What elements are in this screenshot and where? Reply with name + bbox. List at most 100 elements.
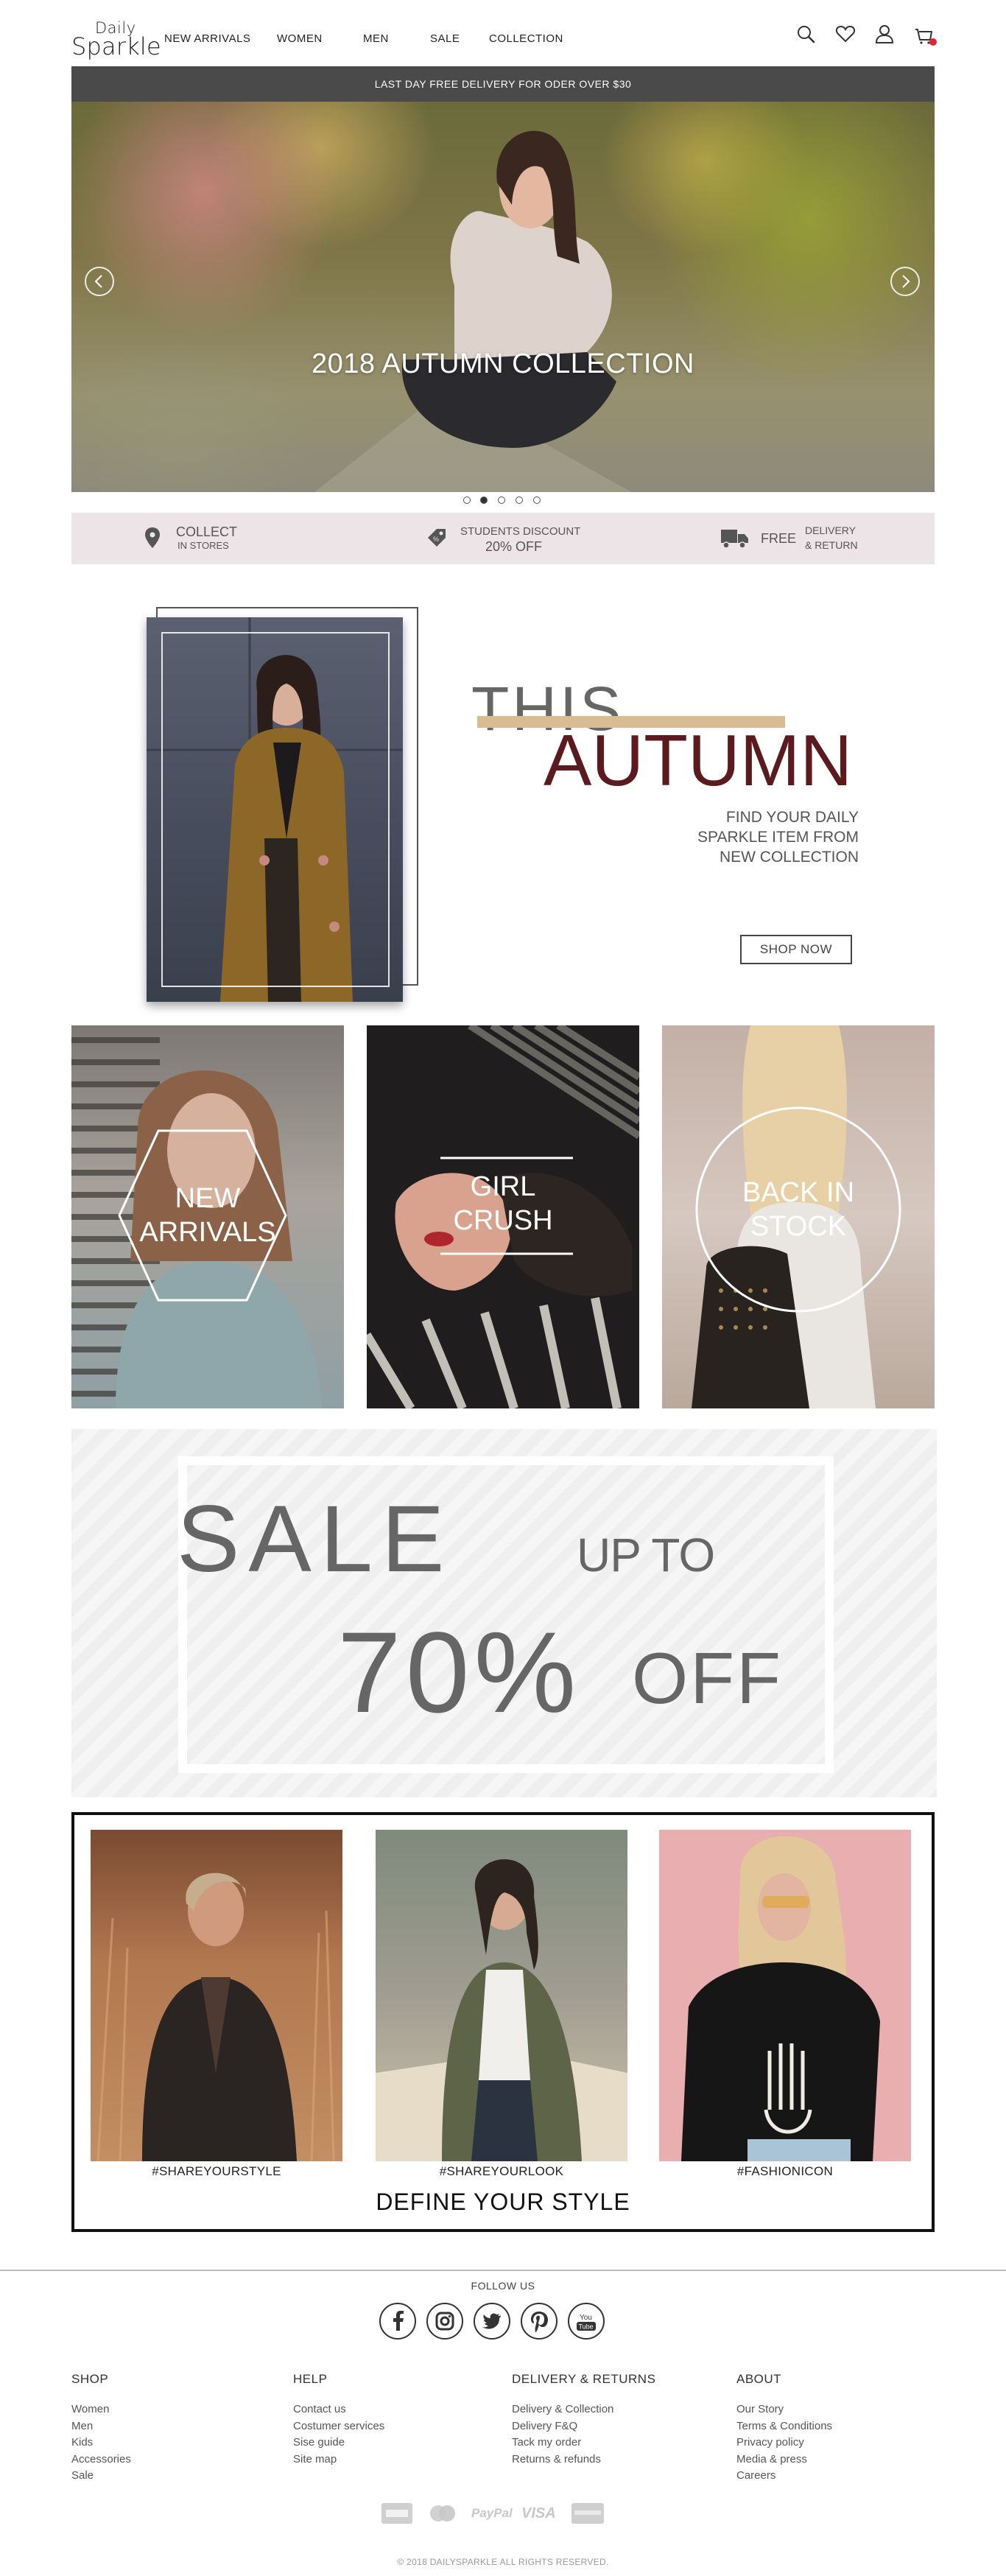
nav-women[interactable]: WOMEN — [277, 32, 323, 45]
chevron-right-icon — [902, 275, 910, 288]
footer-column-about: ABOUT Our Story Terms & Conditions Priva… — [736, 2372, 913, 2485]
footer-link[interactable]: Delivery & Collection — [512, 2401, 689, 2418]
facebook-icon — [393, 2311, 404, 2331]
footer-link[interactable]: Kids — [71, 2435, 248, 2452]
sale-word: SALE — [177, 1487, 454, 1592]
nav-new-arrivals[interactable]: NEW ARRIVALS — [164, 32, 250, 45]
location-pin-icon — [145, 527, 160, 548]
youtube-label-2: Tube — [579, 2323, 594, 2331]
mastercard-icon — [430, 2505, 455, 2521]
autumn-text-line: FIND YOUR DAILY — [725, 809, 859, 826]
logo[interactable]: Daily Sparkle — [71, 18, 161, 60]
footer-divider — [0, 2270, 1006, 2271]
footer-column-title: ABOUT — [736, 2372, 782, 2386]
footer-link[interactable]: Privacy policy — [736, 2435, 913, 2452]
tile-new-arrivals[interactable]: NEW ARRIVALS — [71, 1025, 344, 1408]
style-tag-2[interactable]: #SHAREYOURLOOK — [376, 2164, 627, 2179]
youtube-icon: You Tube — [577, 2314, 596, 2331]
footer-link[interactable]: Delivery F&Q — [512, 2418, 689, 2435]
hero-dot[interactable] — [498, 496, 505, 504]
nav-men[interactable]: MEN — [363, 32, 389, 45]
credit-card-icon — [571, 2503, 604, 2524]
autumn-photo-inner-border — [161, 632, 390, 987]
header-icons — [795, 24, 943, 46]
feature-free-sub2: & RETURN — [805, 539, 858, 551]
style-photo-2[interactable] — [376, 1830, 627, 2161]
svg-text:%: % — [433, 536, 439, 543]
footer-link[interactable]: Our Story — [736, 2401, 913, 2418]
features-bar: COLLECT IN STORES % STUDENTS DISCOUNT 20… — [71, 513, 935, 564]
sale-percent: 70% — [337, 1609, 581, 1737]
style-model-3 — [681, 1836, 880, 2161]
autumn-photo[interactable] — [147, 617, 403, 1002]
autumn-text-line: NEW COLLECTION — [719, 849, 859, 866]
footer-link[interactable]: Site map — [293, 2452, 470, 2468]
footer-column-help: HELP Contact us Costumer services Sise g… — [293, 2372, 470, 2468]
style-tag-3[interactable]: #FASHIONICON — [659, 2164, 911, 2179]
visa-logo: VISA — [521, 2505, 556, 2521]
footer-link[interactable]: Sise guide — [293, 2435, 470, 2452]
footer-link[interactable]: Media & press — [736, 2452, 913, 2468]
feature-students-sub: 20% OFF — [485, 539, 543, 554]
sale-upto: UP TO — [577, 1529, 715, 1582]
twitter-button[interactable] — [474, 2303, 510, 2340]
tile-label-line2: STOCK — [750, 1211, 847, 1242]
footer-column-title: HELP — [293, 2372, 328, 2386]
pinterest-icon — [531, 2312, 548, 2332]
nav-sale[interactable]: SALE — [430, 32, 460, 45]
instagram-icon — [435, 2312, 454, 2331]
hero-dot[interactable] — [516, 496, 523, 504]
hero-dot[interactable] — [463, 496, 471, 504]
footer-link[interactable]: Sale — [71, 2468, 248, 2485]
shop-now-button[interactable]: SHOP NOW — [740, 935, 852, 964]
youtube-button[interactable]: You Tube — [568, 2303, 605, 2340]
footer-link[interactable]: Men — [71, 2418, 248, 2435]
user-icon[interactable] — [874, 24, 895, 44]
feature-students-main: STUDENTS DISCOUNT — [460, 525, 581, 538]
footer-link[interactable]: Contact us — [293, 2401, 470, 2418]
feature-free-main: FREE — [761, 531, 797, 546]
feature-free-delivery[interactable]: FREE DELIVERY & RETURN — [721, 513, 868, 564]
chevron-left-icon — [94, 275, 102, 288]
instagram-button[interactable] — [426, 2303, 463, 2340]
footer-column-title: SHOP — [71, 2372, 109, 2386]
footer-link[interactable]: Terms & Conditions — [736, 2418, 913, 2435]
tile-label-line2: CRUSH — [453, 1205, 553, 1236]
footer-link[interactable]: Returns & refunds — [512, 2452, 689, 2468]
feature-students[interactable]: % STUDENTS DISCOUNT 20% OFF — [426, 513, 603, 564]
twitter-icon — [482, 2313, 501, 2329]
footer-link[interactable]: Costumer services — [293, 2418, 470, 2435]
feature-collect[interactable]: COLLECT IN STORES — [145, 513, 292, 564]
style-photo-3[interactable] — [659, 1830, 911, 2161]
amex-card-icon — [381, 2503, 412, 2524]
footer-link[interactable]: Women — [71, 2401, 248, 2418]
tile-back-in-stock[interactable]: BACK IN STOCK — [662, 1025, 935, 1408]
hero-banner: 2018 AUTUMN COLLECTION — [71, 102, 935, 492]
footer-column-shop: SHOP Women Men Kids Accessories Sale — [71, 2372, 248, 2485]
copyright: © 2018 DAILYSPARKLE ALL RIGHTS RESERVED. — [397, 2557, 609, 2567]
nav-collection[interactable]: COLLECTION — [489, 32, 563, 45]
tile-label-line2: ARRIVALS — [139, 1217, 276, 1248]
hero-photo — [314, 130, 631, 492]
footer-link[interactable]: Tack my order — [512, 2435, 689, 2452]
autumn-heading-autumn: AUTUMN — [544, 720, 853, 801]
footer-column-delivery: DELIVERY & RETURNS Delivery & Collection… — [512, 2372, 689, 2468]
search-icon[interactable] — [795, 24, 816, 44]
paypal-logo: PayPal — [471, 2506, 513, 2520]
hero-dot[interactable] — [480, 496, 488, 504]
style-photo-1[interactable] — [91, 1830, 342, 2161]
hero-next-arrow[interactable] — [890, 267, 920, 296]
heart-icon[interactable] — [835, 24, 856, 44]
hero-prev-arrow[interactable] — [85, 267, 114, 296]
facebook-button[interactable] — [379, 2303, 416, 2340]
footer-link[interactable]: Careers — [736, 2468, 913, 2485]
style-tag-1[interactable]: #SHAREYOURSTYLE — [91, 2164, 342, 2179]
footer-link[interactable]: Accessories — [71, 2452, 248, 2468]
hero-pagination — [0, 495, 1006, 505]
promo-bar: LAST DAY FREE DELIVERY FOR ODER OVER $30 — [71, 66, 935, 102]
pinterest-button[interactable] — [521, 2303, 557, 2340]
hero-dot[interactable] — [533, 496, 541, 504]
youtube-label: You — [580, 2314, 592, 2322]
tile-girl-crush[interactable]: GIRL CRUSH — [367, 1025, 639, 1408]
feature-collect-sub: IN STORES — [177, 540, 229, 551]
